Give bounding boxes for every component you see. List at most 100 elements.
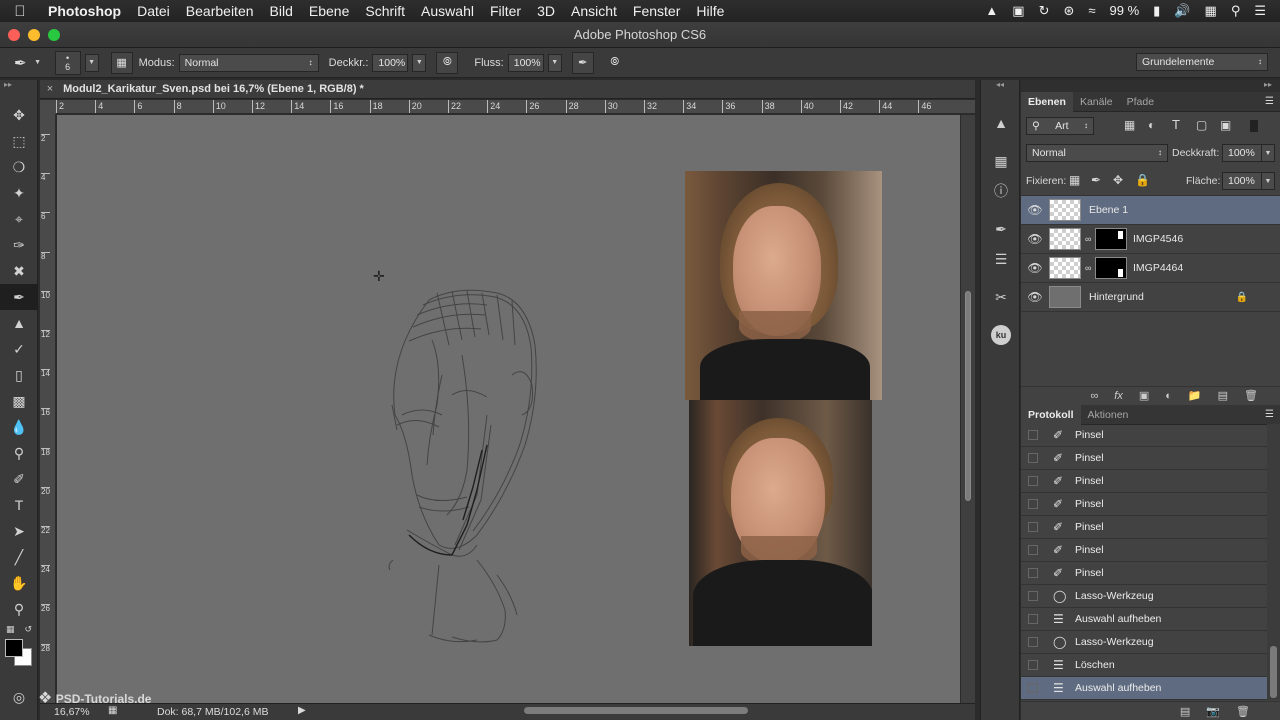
history-source-checkbox[interactable] xyxy=(1028,660,1038,670)
volume-icon[interactable]: 🔊 xyxy=(1174,0,1190,22)
battery-label[interactable]: 99 % xyxy=(1110,0,1140,22)
menu-bild[interactable]: Bild xyxy=(262,0,301,22)
layer-style-icon[interactable]: fx xyxy=(1114,390,1123,402)
layer-row-ebene-1[interactable]: 👁 Ebene 1 xyxy=(1021,196,1280,225)
preset-dropdown[interactable]: ▼ xyxy=(31,54,45,72)
history-item[interactable]: ✐ Pinsel xyxy=(1021,424,1280,447)
default-colors-icon[interactable]: ▦ ↺ xyxy=(0,622,38,636)
lock-pixels-icon[interactable]: ✒ xyxy=(1091,173,1101,187)
blend-mode-select[interactable]: Normal ↕ xyxy=(1026,144,1168,162)
new-snapshot-icon[interactable]: 📷 xyxy=(1206,705,1220,718)
filter-pixel-icon[interactable]: ▦ xyxy=(1124,118,1135,132)
eye-icon[interactable]: 👁 xyxy=(1021,261,1049,275)
new-adjustment-icon[interactable]: ◐ xyxy=(1165,390,1172,402)
link-icon[interactable]: ∞ xyxy=(1085,263,1095,273)
opacity-dropdown[interactable]: ▼ xyxy=(412,53,427,72)
flow-dropdown[interactable]: ▼ xyxy=(547,53,562,72)
brush-size-picker[interactable]: • 6 xyxy=(54,50,81,75)
brush-tool-icon[interactable]: ✒ xyxy=(0,284,38,310)
history-source-checkbox[interactable] xyxy=(1028,522,1038,532)
menu-auswahl[interactable]: Auswahl xyxy=(413,0,482,22)
history-item[interactable]: ☰ Auswahl aufheben xyxy=(1021,608,1280,631)
filter-type-icon[interactable]: T xyxy=(1172,117,1180,132)
flow-input[interactable]: 100% xyxy=(507,53,544,72)
dodge-tool-icon[interactable]: ⚲ xyxy=(0,440,38,466)
path-selection-tool-icon[interactable]: ➤ xyxy=(0,518,38,544)
camera-icon[interactable]: ▣ xyxy=(1012,0,1024,22)
history-item[interactable]: ✐ Pinsel xyxy=(1021,516,1280,539)
type-tool-icon[interactable]: T xyxy=(0,492,38,518)
spotlight-icon[interactable]: ⚲ xyxy=(1231,0,1241,22)
vertical-scrollbar[interactable] xyxy=(961,115,975,703)
airbrush-icon[interactable]: ✒ xyxy=(571,51,594,74)
link-icon[interactable]: ∞ xyxy=(1085,234,1095,244)
menu-fenster[interactable]: Fenster xyxy=(625,0,688,22)
horizontal-scroll-thumb[interactable] xyxy=(524,707,748,714)
history-item[interactable]: ✐ Pinsel xyxy=(1021,539,1280,562)
eye-icon[interactable]: 👁 xyxy=(1021,290,1049,304)
delete-layer-icon[interactable]: 🗑 xyxy=(1244,389,1258,402)
history-source-checkbox[interactable] xyxy=(1028,614,1038,624)
color-swatches[interactable] xyxy=(0,636,38,674)
foreground-color-swatch[interactable] xyxy=(5,639,23,657)
line-tool-icon[interactable]: ╱ xyxy=(0,544,38,570)
menu-filter[interactable]: Filter xyxy=(482,0,529,22)
navigator-panel-icon[interactable]: ▦ xyxy=(981,146,1021,176)
document-tab[interactable]: × Modul2_Karikatur_Sven.psd bei 16,7% (E… xyxy=(40,80,975,99)
notification-icon[interactable]: ☰ xyxy=(1254,0,1266,22)
filter-smartobject-icon[interactable]: ▣ xyxy=(1220,118,1231,132)
calendar-icon[interactable]: ▦ xyxy=(1205,0,1217,22)
new-document-from-state-icon[interactable]: ▤ xyxy=(1180,705,1190,718)
lock-all-icon[interactable]: 🔒 xyxy=(1135,173,1150,187)
close-window-icon[interactable] xyxy=(8,29,20,41)
hand-tool-icon[interactable]: ✋ xyxy=(0,570,38,596)
menu-photoshop[interactable]: Photoshop xyxy=(40,0,129,22)
panels-collapse-icon[interactable]: ▸▸ xyxy=(1021,80,1280,92)
brush-presets-panel-icon[interactable]: ✒ xyxy=(981,214,1021,244)
adjustments-panel-icon[interactable]: ☰ xyxy=(981,244,1021,274)
modus-select[interactable]: Normal ↕ xyxy=(178,53,319,72)
add-mask-icon[interactable]: ▣ xyxy=(1139,389,1149,402)
history-item[interactable]: ◯ Lasso-Werkzeug xyxy=(1021,631,1280,654)
history-source-checkbox[interactable] xyxy=(1028,568,1038,578)
brush-panel-toggle-icon[interactable]: ▦ xyxy=(110,51,133,74)
history-item[interactable]: ✐ Pinsel xyxy=(1021,562,1280,585)
panel-collapse-icon[interactable]: ▸▸ xyxy=(0,80,37,94)
layer-row-imgp4546[interactable]: 👁 ∞ IMGP4546 xyxy=(1021,225,1280,254)
new-group-icon[interactable]: 📁 xyxy=(1188,389,1202,402)
eye-icon[interactable]: 👁 xyxy=(1021,232,1049,246)
history-brush-tool-icon[interactable]: ✓ xyxy=(0,336,38,362)
move-tool-icon[interactable]: ✥ xyxy=(0,102,38,128)
delete-state-icon[interactable]: 🗑 xyxy=(1236,705,1250,718)
bluetooth-icon[interactable]: ⊛ xyxy=(1063,0,1074,22)
eyedropper-tool-icon[interactable]: ✑ xyxy=(0,232,38,258)
link-layers-icon[interactable]: ∞ xyxy=(1090,390,1098,402)
history-source-checkbox[interactable] xyxy=(1028,545,1038,555)
vertical-scroll-thumb[interactable] xyxy=(965,291,971,501)
history-item[interactable]: ✐ Pinsel xyxy=(1021,447,1280,470)
filter-toggle-icon[interactable] xyxy=(1250,120,1258,132)
menu-schrift[interactable]: Schrift xyxy=(357,0,413,22)
layer-mask-thumbnail[interactable] xyxy=(1095,228,1127,250)
workspace-select[interactable]: Grundelemente ↕ xyxy=(1136,53,1268,71)
panel-menu-icon[interactable]: ☰ xyxy=(1265,96,1274,107)
apple-icon[interactable]:  xyxy=(0,3,40,20)
history-source-checkbox[interactable] xyxy=(1028,499,1038,509)
wifi-icon[interactable]: ≈ xyxy=(1088,0,1095,22)
clone-stamp-tool-icon[interactable]: ▲ xyxy=(0,310,38,336)
blur-tool-icon[interactable]: 💧 xyxy=(0,414,38,440)
layer-opacity-input[interactable]: 100% xyxy=(1222,144,1262,162)
brush-tool-preset-icon[interactable]: ✒ xyxy=(14,54,27,72)
dock-collapse-icon[interactable]: ◂◂ xyxy=(981,80,1019,94)
history-scroll-thumb[interactable] xyxy=(1270,646,1277,698)
histogram-panel-icon[interactable]: ▲ xyxy=(981,108,1021,138)
history-scrollbar[interactable] xyxy=(1267,424,1280,700)
history-item[interactable]: ☰ Auswahl aufheben xyxy=(1021,677,1280,700)
marquee-tool-icon[interactable]: ⬚ xyxy=(0,128,38,154)
adobe-icon[interactable]: ▲ xyxy=(985,0,998,22)
fill-dropdown[interactable]: ▼ xyxy=(1261,172,1275,190)
filter-adjustment-icon[interactable]: ◐ xyxy=(1148,118,1155,132)
info-panel-icon[interactable]: ⓘ xyxy=(981,176,1021,206)
ruler-origin[interactable] xyxy=(40,100,56,114)
pressure-size-icon[interactable]: ⦾ xyxy=(604,52,626,74)
